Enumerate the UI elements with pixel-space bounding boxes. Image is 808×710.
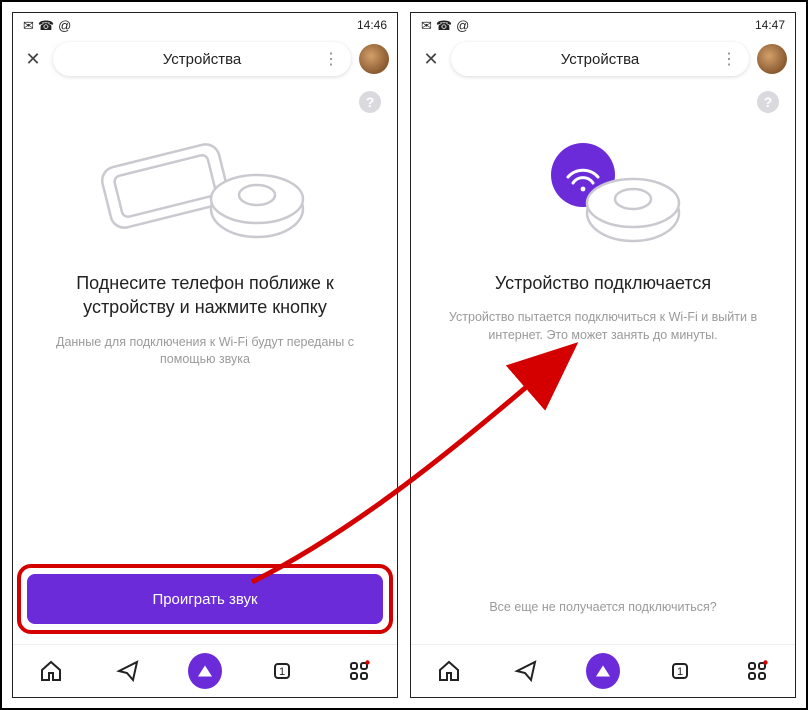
nav-tabs[interactable]: 1 [663, 654, 697, 688]
close-button[interactable]: ✕ [21, 47, 45, 71]
content-area: ? Устройство подключается [411, 81, 795, 644]
page-title: Устройства [163, 51, 241, 68]
help-icon[interactable]: ? [359, 91, 381, 113]
avatar[interactable] [359, 44, 389, 74]
title-pill[interactable]: Устройства ⋮ [451, 42, 749, 76]
status-time: 14:47 [755, 18, 785, 32]
heading: Поднесите телефон поближе к устройству и… [50, 271, 360, 320]
nav-tabs[interactable]: 1 [265, 654, 299, 688]
whatsapp-icon: ☎ [38, 19, 54, 32]
play-sound-button[interactable]: Проиграть звук [27, 574, 383, 624]
nav-alice[interactable] [586, 654, 620, 688]
alice-icon [586, 653, 620, 689]
status-bar: ✉ ☎ @ 14:47 [411, 13, 795, 37]
more-icon[interactable]: ⋮ [323, 49, 339, 69]
nav-send[interactable] [509, 654, 543, 688]
troubleshoot-link[interactable]: Все еще не получается подключиться? [411, 600, 795, 614]
whatsapp-icon: ☎ [436, 19, 452, 32]
content-area: ? Поднесите телефон поближе к устройству… [13, 81, 397, 644]
illustration-wifi-speaker [493, 135, 713, 245]
phone-screen-right: ✉ ☎ @ 14:47 ✕ Устройства ⋮ ? [410, 12, 796, 698]
title-pill[interactable]: Устройства ⋮ [53, 42, 351, 76]
phone-screen-left: ✉ ☎ @ 14:46 ✕ Устройства ⋮ ? [12, 12, 398, 698]
status-left-icons: ✉ ☎ @ [421, 19, 469, 32]
nav-menu[interactable] [740, 654, 774, 688]
status-left-icons: ✉ ☎ @ [23, 19, 71, 32]
screenshot-canvas: ✉ ☎ @ 14:46 ✕ Устройства ⋮ ? [0, 0, 808, 710]
help-icon[interactable]: ? [757, 91, 779, 113]
mention-icon: @ [456, 19, 469, 32]
page-title: Устройства [561, 51, 639, 68]
mention-icon: @ [58, 19, 71, 32]
close-button[interactable]: ✕ [419, 47, 443, 71]
email-icon: ✉ [23, 19, 34, 32]
play-sound-label: Проиграть звук [152, 591, 257, 608]
nav-home[interactable] [432, 654, 466, 688]
subtext: Устройство пытается подключиться к Wi-Fi… [438, 309, 768, 344]
top-bar: ✕ Устройства ⋮ [411, 37, 795, 81]
bottom-nav: 1 [13, 644, 397, 697]
nav-home[interactable] [34, 654, 68, 688]
nav-send[interactable] [111, 654, 145, 688]
subtext: Данные для подключения к Wi-Fi будут пер… [40, 334, 370, 369]
alice-icon [188, 653, 222, 689]
avatar[interactable] [757, 44, 787, 74]
status-bar: ✉ ☎ @ 14:46 [13, 13, 397, 37]
email-icon: ✉ [421, 19, 432, 32]
bottom-nav: 1 [411, 644, 795, 697]
more-icon[interactable]: ⋮ [721, 49, 737, 69]
illustration-phone-speaker [95, 135, 315, 245]
svg-text:1: 1 [279, 666, 285, 678]
top-bar: ✕ Устройства ⋮ [13, 37, 397, 81]
status-time: 14:46 [357, 18, 387, 32]
svg-text:1: 1 [677, 666, 683, 678]
nav-alice[interactable] [188, 654, 222, 688]
primary-button-wrap: Проиграть звук [27, 574, 383, 624]
nav-menu[interactable] [342, 654, 376, 688]
heading: Устройство подключается [495, 271, 711, 295]
